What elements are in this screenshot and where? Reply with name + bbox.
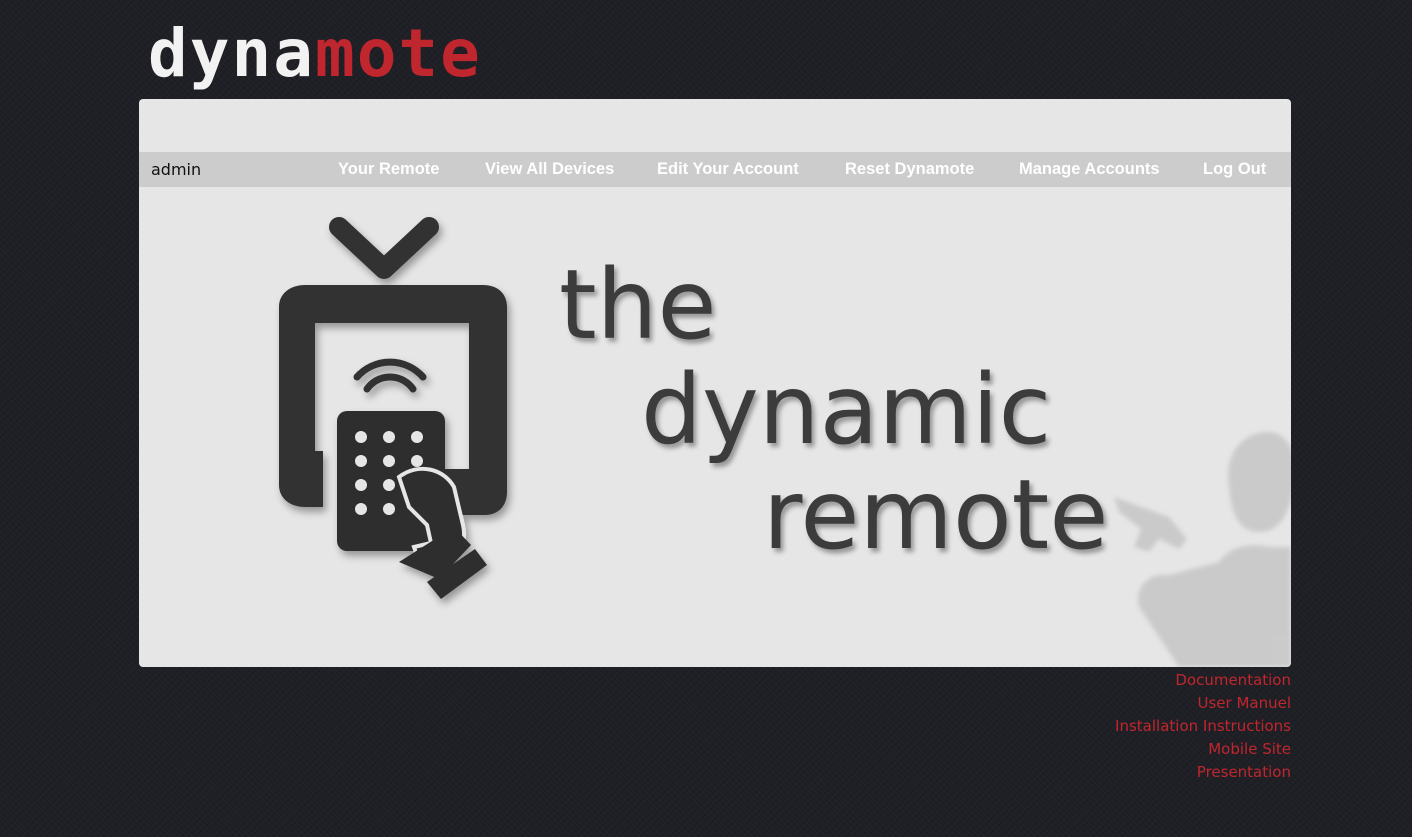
current-user-label: admin [151,160,202,179]
footer-links: Documentation User Manuel Installation I… [1115,669,1291,784]
link-user-manual[interactable]: User Manuel [1115,692,1291,715]
tv-remote-icon [279,217,507,599]
main-panel: admin Your Remote View All Devices Edit … [139,99,1291,667]
nav-log-out[interactable]: Log Out [1203,152,1266,187]
link-documentation[interactable]: Documentation [1115,669,1291,692]
site-logo[interactable]: dynamote [148,14,482,94]
nav-edit-account[interactable]: Edit Your Account [657,152,799,187]
tagline-line-1: the [559,249,717,361]
logo-text-dyna: dyna [148,15,315,92]
link-mobile-site[interactable]: Mobile Site [1115,738,1291,761]
tagline-line-3: remote [763,459,1109,571]
logo-text-mote: mote [314,15,482,92]
link-presentation[interactable]: Presentation [1115,761,1291,784]
nav-manage-accounts[interactable]: Manage Accounts [1019,152,1160,187]
tagline-line-2: dynamic [641,354,1052,466]
nav-view-all-devices[interactable]: View All Devices [485,152,614,187]
link-installation-instructions[interactable]: Installation Instructions [1115,715,1291,738]
nav-your-remote[interactable]: Your Remote [338,152,439,187]
nav-reset-dynamote[interactable]: Reset Dynamote [845,152,974,187]
nav-bar: admin Your Remote View All Devices Edit … [139,152,1291,187]
hero-banner: the dynamic remote [139,187,1291,667]
